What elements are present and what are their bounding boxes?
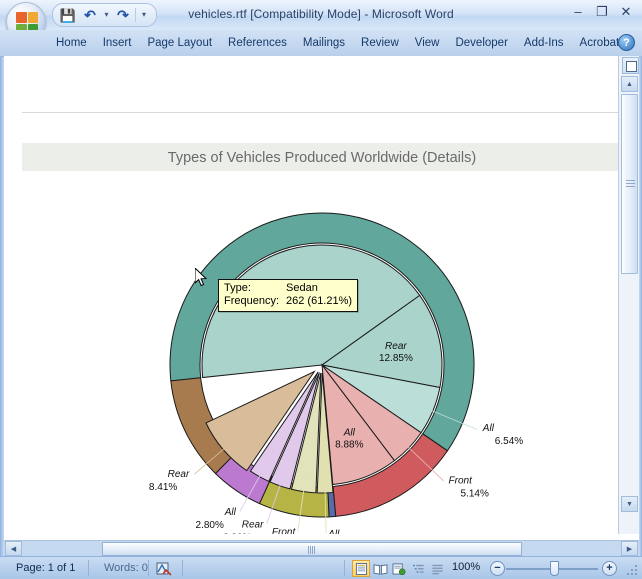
view-web-layout-button[interactable]	[390, 560, 408, 577]
select-browse-object-icon[interactable]	[622, 57, 639, 74]
help-icon[interactable]: ?	[618, 34, 635, 51]
view-print-layout-button[interactable]	[352, 560, 370, 577]
customize-qat-button[interactable]: ▾	[138, 6, 150, 24]
resize-grip-icon[interactable]	[627, 565, 639, 577]
pie-chart-svg: Front41.82%Rear12.85%All6.54%Front5.14%A…	[22, 173, 618, 534]
scrollbar-grip-icon	[626, 180, 635, 188]
view-outline-button[interactable]	[409, 560, 427, 577]
view-full-screen-reading-button[interactable]	[371, 560, 389, 577]
tooltip-row-type: Type: Sedan	[224, 282, 352, 295]
page-indicator[interactable]: Page: 1 of 1	[8, 557, 83, 579]
zoom-level[interactable]: 100%	[452, 561, 480, 573]
tab-add-ins[interactable]: Add-Ins	[516, 30, 572, 56]
toolbar-divider	[135, 8, 136, 22]
tab-insert[interactable]: Insert	[95, 30, 140, 56]
scrollbar-grip-icon	[308, 546, 316, 554]
tooltip-type-key: Type:	[224, 282, 286, 295]
tab-page-layout[interactable]: Page Layout	[139, 30, 220, 56]
undo-button[interactable]: ↶	[80, 6, 100, 24]
undo-dropdown-button[interactable]: ▾	[102, 6, 111, 24]
slice-value: 6.54%	[495, 436, 523, 447]
proofing-errors-icon[interactable]	[156, 561, 172, 576]
close-button[interactable]: ✕	[618, 5, 634, 18]
status-bar: Page: 1 of 1 Words: 0	[0, 556, 642, 579]
chevron-down-icon: ▾	[104, 11, 108, 19]
tab-mailings[interactable]: Mailings	[295, 30, 353, 56]
ribbon-tab-bar: Home Insert Page Layout References Maili…	[0, 30, 642, 57]
slice-label: Front	[272, 527, 297, 534]
slice-value: 2.80%	[223, 532, 251, 534]
redo-icon: ↷	[117, 8, 129, 22]
slice-label: All	[343, 428, 356, 439]
minimize-button[interactable]: –	[570, 5, 586, 18]
chevron-down-icon: ▾	[142, 11, 146, 19]
tooltip-frequency-value: 262 (61.21%)	[286, 295, 352, 308]
tooltip-frequency-key: Frequency:	[224, 295, 286, 308]
vertical-scrollbar[interactable]: ▲ ▼	[618, 56, 639, 534]
slice-value: 12.85%	[379, 353, 413, 364]
redo-button[interactable]: ↷	[113, 6, 133, 24]
undo-icon: ↶	[84, 8, 96, 22]
horizontal-scrollbar[interactable]: ◀ ▶	[4, 540, 639, 557]
tooltip-type-value: Sedan	[286, 282, 318, 295]
slice-value: 2.80%	[196, 520, 224, 531]
mouse-cursor-icon	[195, 268, 207, 287]
save-icon: 💾	[60, 9, 76, 22]
scroll-left-button[interactable]: ◀	[5, 541, 22, 556]
slice-label: Rear	[242, 519, 264, 530]
save-button[interactable]: 💾	[58, 6, 78, 24]
zoom-slider-thumb[interactable]	[550, 561, 559, 576]
slice-label: All	[327, 529, 340, 534]
vertical-scrollbar-thumb[interactable]	[621, 94, 638, 274]
slice-value: 8.41%	[149, 482, 177, 493]
horizontal-scrollbar-thumb[interactable]	[102, 542, 522, 556]
word-window: vehicles.rtf [Compatibility Mode] - Micr…	[0, 0, 642, 579]
slice-label: All	[482, 423, 495, 434]
tab-view[interactable]: View	[407, 30, 448, 56]
slice-label: Rear	[168, 469, 190, 480]
tooltip-row-frequency: Frequency: 262 (61.21%)	[224, 295, 352, 308]
slice-value: 8.88%	[335, 440, 363, 451]
ribbon-tabs: Home Insert Page Layout References Maili…	[48, 30, 627, 56]
status-divider	[344, 560, 345, 576]
zoom-slider[interactable]: − +	[484, 561, 619, 576]
status-divider	[182, 560, 183, 576]
chart-title: Types of Vehicles Produced Worldwide (De…	[22, 150, 618, 166]
view-buttons	[352, 560, 446, 577]
word-count[interactable]: Words: 0	[96, 557, 156, 579]
slice-label: All	[224, 507, 237, 518]
status-divider	[88, 560, 89, 576]
document-page: Types of Vehicles Produced Worldwide (De…	[22, 112, 618, 534]
view-draft-button[interactable]	[428, 560, 446, 577]
scroll-right-button[interactable]: ▶	[621, 541, 638, 556]
quick-access-toolbar: 💾 ↶ ▾ ↷ ▾	[52, 3, 157, 27]
pie-slices[interactable]	[170, 213, 474, 517]
slice-value: 5.14%	[461, 489, 489, 500]
status-divider	[148, 560, 149, 576]
window-controls: – ❐ ✕	[570, 5, 634, 18]
pie-chart: Front41.82%Rear12.85%All6.54%Front5.14%A…	[22, 173, 618, 534]
slice-label: Rear	[385, 341, 407, 352]
zoom-in-button[interactable]: +	[602, 561, 617, 576]
restore-button[interactable]: ❐	[594, 5, 610, 18]
tab-review[interactable]: Review	[353, 30, 407, 56]
tab-developer[interactable]: Developer	[447, 30, 515, 56]
tab-home[interactable]: Home	[48, 30, 95, 56]
tab-references[interactable]: References	[220, 30, 295, 56]
scroll-down-button[interactable]: ▼	[621, 496, 638, 512]
zoom-out-button[interactable]: −	[490, 561, 505, 576]
scroll-up-button[interactable]: ▲	[621, 76, 638, 92]
slice-label: Front	[449, 476, 474, 487]
chart-tooltip: Type: Sedan Frequency: 262 (61.21%)	[218, 279, 358, 312]
